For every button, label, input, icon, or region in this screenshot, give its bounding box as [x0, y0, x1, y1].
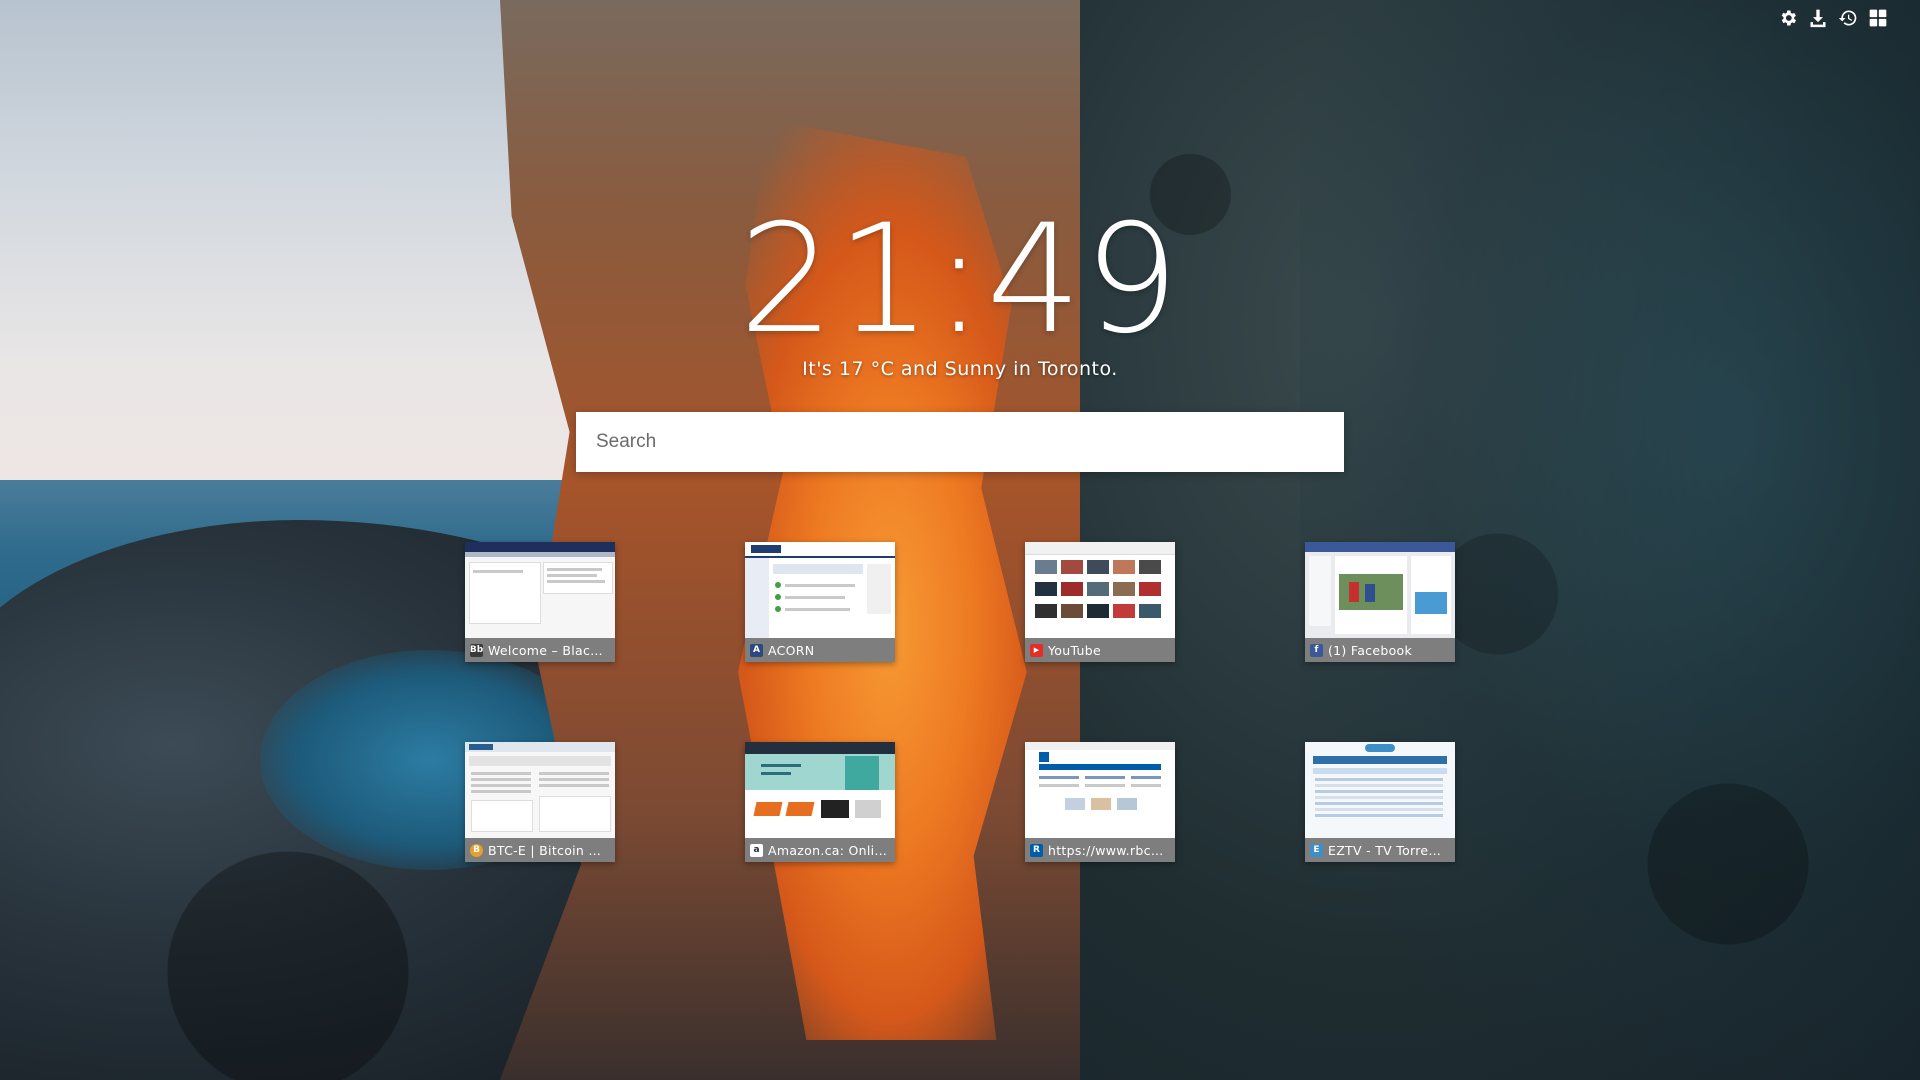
- tile-amazon[interactable]: a Amazon.ca: Onli…: [745, 742, 895, 862]
- tile-blackboard[interactable]: Bb Welcome – Blac…: [465, 542, 615, 662]
- eztv-favicon-icon: E: [1310, 843, 1323, 857]
- tile-label-bar: B BTC-E | Bitcoin …: [465, 838, 615, 862]
- rbc-favicon-icon: R: [1030, 843, 1043, 857]
- acorn-favicon-icon: A: [750, 643, 763, 657]
- history-icon: [1838, 8, 1858, 32]
- tile-rbc[interactable]: R https://www.rbc…: [1025, 742, 1175, 862]
- tile-thumbnail: [1305, 542, 1455, 638]
- history-button[interactable]: [1838, 10, 1858, 30]
- amazon-favicon-icon: a: [750, 843, 763, 857]
- tile-acorn[interactable]: A ACORN: [745, 542, 895, 662]
- tile-btc-e[interactable]: B BTC-E | Bitcoin …: [465, 742, 615, 862]
- tile-label-bar: ▶ YouTube: [1025, 638, 1175, 662]
- top-sites-grid: Bb Welcome – Blac… A ACORN ▶ YouTube f (…: [465, 542, 1455, 862]
- tile-facebook[interactable]: f (1) Facebook: [1305, 542, 1455, 662]
- tile-thumbnail: [1025, 742, 1175, 838]
- tile-title: EZTV - TV Torre…: [1328, 842, 1442, 858]
- tile-thumbnail: [745, 542, 895, 638]
- apps-button[interactable]: [1868, 8, 1888, 32]
- tile-title: (1) Facebook: [1328, 642, 1413, 658]
- tile-thumbnail: [745, 742, 895, 838]
- clock: 21:49: [738, 193, 1182, 367]
- settings-button[interactable]: [1778, 10, 1798, 30]
- blackboard-favicon-icon: Bb: [469, 643, 484, 657]
- search-input[interactable]: [576, 412, 1344, 472]
- facebook-favicon-icon: f: [1310, 643, 1323, 657]
- top-toolbar: [1778, 8, 1888, 32]
- tile-thumbnail: [465, 742, 615, 838]
- tile-title: Amazon.ca: Onli…: [768, 842, 888, 858]
- search-box: [576, 412, 1344, 472]
- youtube-favicon-icon: ▶: [1030, 643, 1043, 657]
- tile-title: ACORN: [768, 642, 815, 658]
- tile-label-bar: A ACORN: [745, 638, 895, 662]
- tile-title: YouTube: [1048, 642, 1101, 658]
- tile-label-bar: f (1) Facebook: [1305, 638, 1455, 662]
- tile-thumbnail: [1025, 542, 1175, 638]
- tile-title: Welcome – Blac…: [488, 642, 603, 658]
- tile-label-bar: R https://www.rbc…: [1025, 838, 1175, 862]
- download-icon: [1808, 8, 1828, 32]
- tile-youtube[interactable]: ▶ YouTube: [1025, 542, 1175, 662]
- background-wallpaper: [0, 0, 1920, 1080]
- downloads-button[interactable]: [1808, 8, 1828, 32]
- tile-thumbnail: [465, 542, 615, 638]
- grid-icon: [1868, 8, 1888, 32]
- tile-label-bar: Bb Welcome – Blac…: [465, 638, 615, 662]
- weather-text: It's 17 °C and Sunny in Toronto.: [802, 358, 1118, 380]
- tile-thumbnail: [1305, 742, 1455, 838]
- tile-title: https://www.rbc…: [1048, 842, 1164, 858]
- tile-label-bar: E EZTV - TV Torre…: [1305, 838, 1455, 862]
- tile-label-bar: a Amazon.ca: Onli…: [745, 838, 895, 862]
- tile-eztv[interactable]: E EZTV - TV Torre…: [1305, 742, 1455, 862]
- gear-icon: [1778, 8, 1798, 32]
- tile-title: BTC-E | Bitcoin …: [488, 842, 602, 858]
- btc-e-favicon-icon: B: [470, 843, 483, 857]
